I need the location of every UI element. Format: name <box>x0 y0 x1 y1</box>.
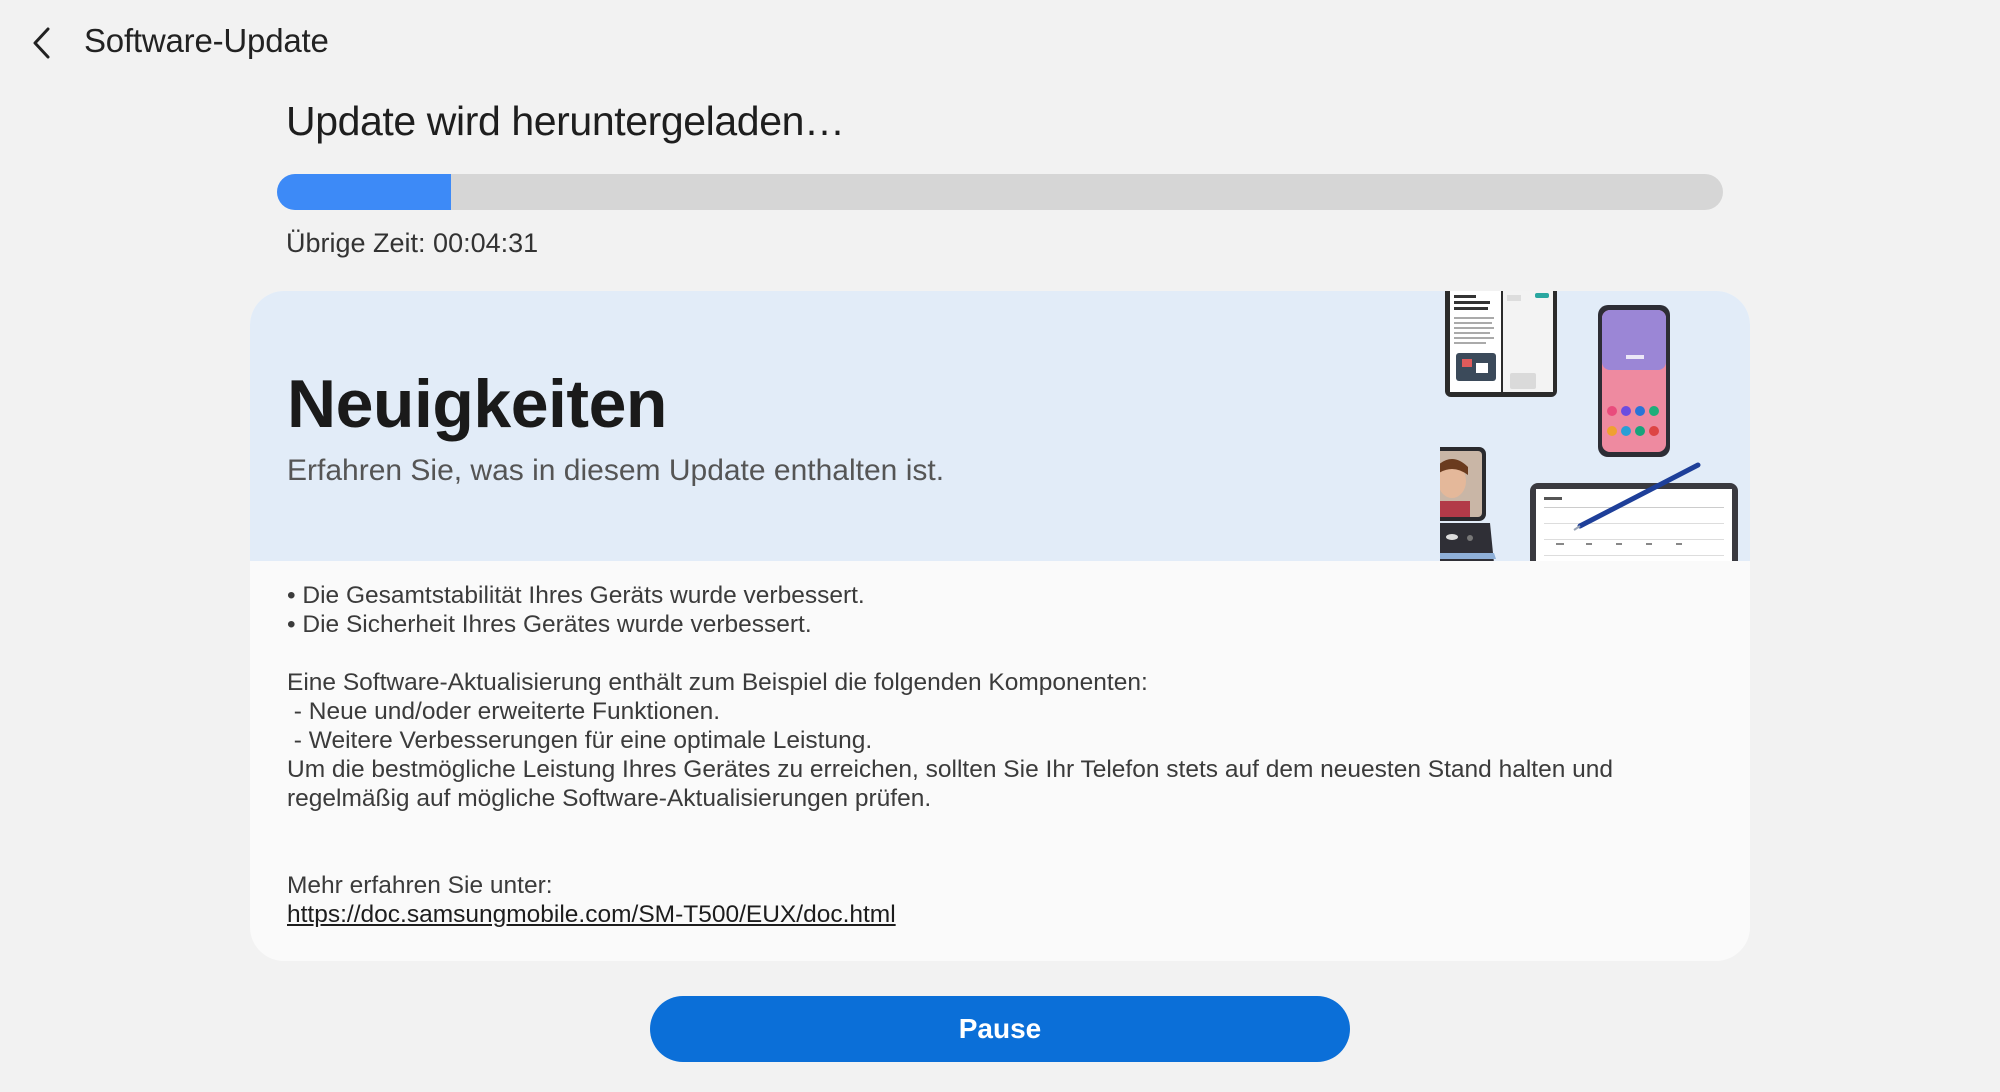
page-title: Software-Update <box>84 22 329 59</box>
download-progress-fill <box>277 174 451 210</box>
whats-new-title: Neuigkeiten <box>287 366 667 442</box>
whats-new-card: Neuigkeiten Erfahren Sie, was in diesem … <box>250 291 1750 961</box>
back-button[interactable] <box>22 20 62 66</box>
download-status-title: Update wird heruntergeladen… <box>286 98 845 144</box>
pause-button[interactable]: Pause <box>650 996 1350 1062</box>
chevron-left-icon <box>33 27 50 59</box>
release-note-line: regelmäßig auf mögliche Software-Aktuali… <box>287 785 932 812</box>
release-note-line: Eine Software-Aktualisierung enthält zum… <box>287 669 1148 696</box>
release-note-line <box>287 639 1717 668</box>
app-bar: Software-Update <box>0 0 2000 86</box>
download-progress-bar <box>277 174 1723 210</box>
release-note-line <box>287 813 1717 842</box>
release-note-line: Um die bestmögliche Leistung Ihres Gerät… <box>287 756 1614 783</box>
release-note-line <box>287 842 1717 871</box>
remaining-time: Übrige Zeit: 00:04:31 <box>286 228 539 258</box>
release-note-line: - Weitere Verbesserungen für eine optima… <box>287 727 873 754</box>
devices-illustration <box>1440 291 1738 561</box>
release-note-line: • Die Gesamtstabilität Ihres Geräts wurd… <box>287 582 865 609</box>
whats-new-subtitle: Erfahren Sie, was in diesem Update entha… <box>287 454 945 487</box>
release-note-line: - Neue und/oder erweiterte Funktionen. <box>287 698 721 725</box>
release-note-line: Mehr erfahren Sie unter: <box>287 872 553 899</box>
release-note-line: • Die Sicherheit Ihres Gerätes wurde ver… <box>287 611 812 638</box>
documentation-link[interactable]: https://doc.samsungmobile.com/SM-T500/EU… <box>287 901 896 928</box>
release-notes: • Die Gesamtstabilität Ihres Geräts wurd… <box>287 581 1717 929</box>
whats-new-banner: Neuigkeiten Erfahren Sie, was in diesem … <box>250 291 1750 561</box>
software-update-screen: Software-Update Update wird heruntergela… <box>0 0 2000 1092</box>
